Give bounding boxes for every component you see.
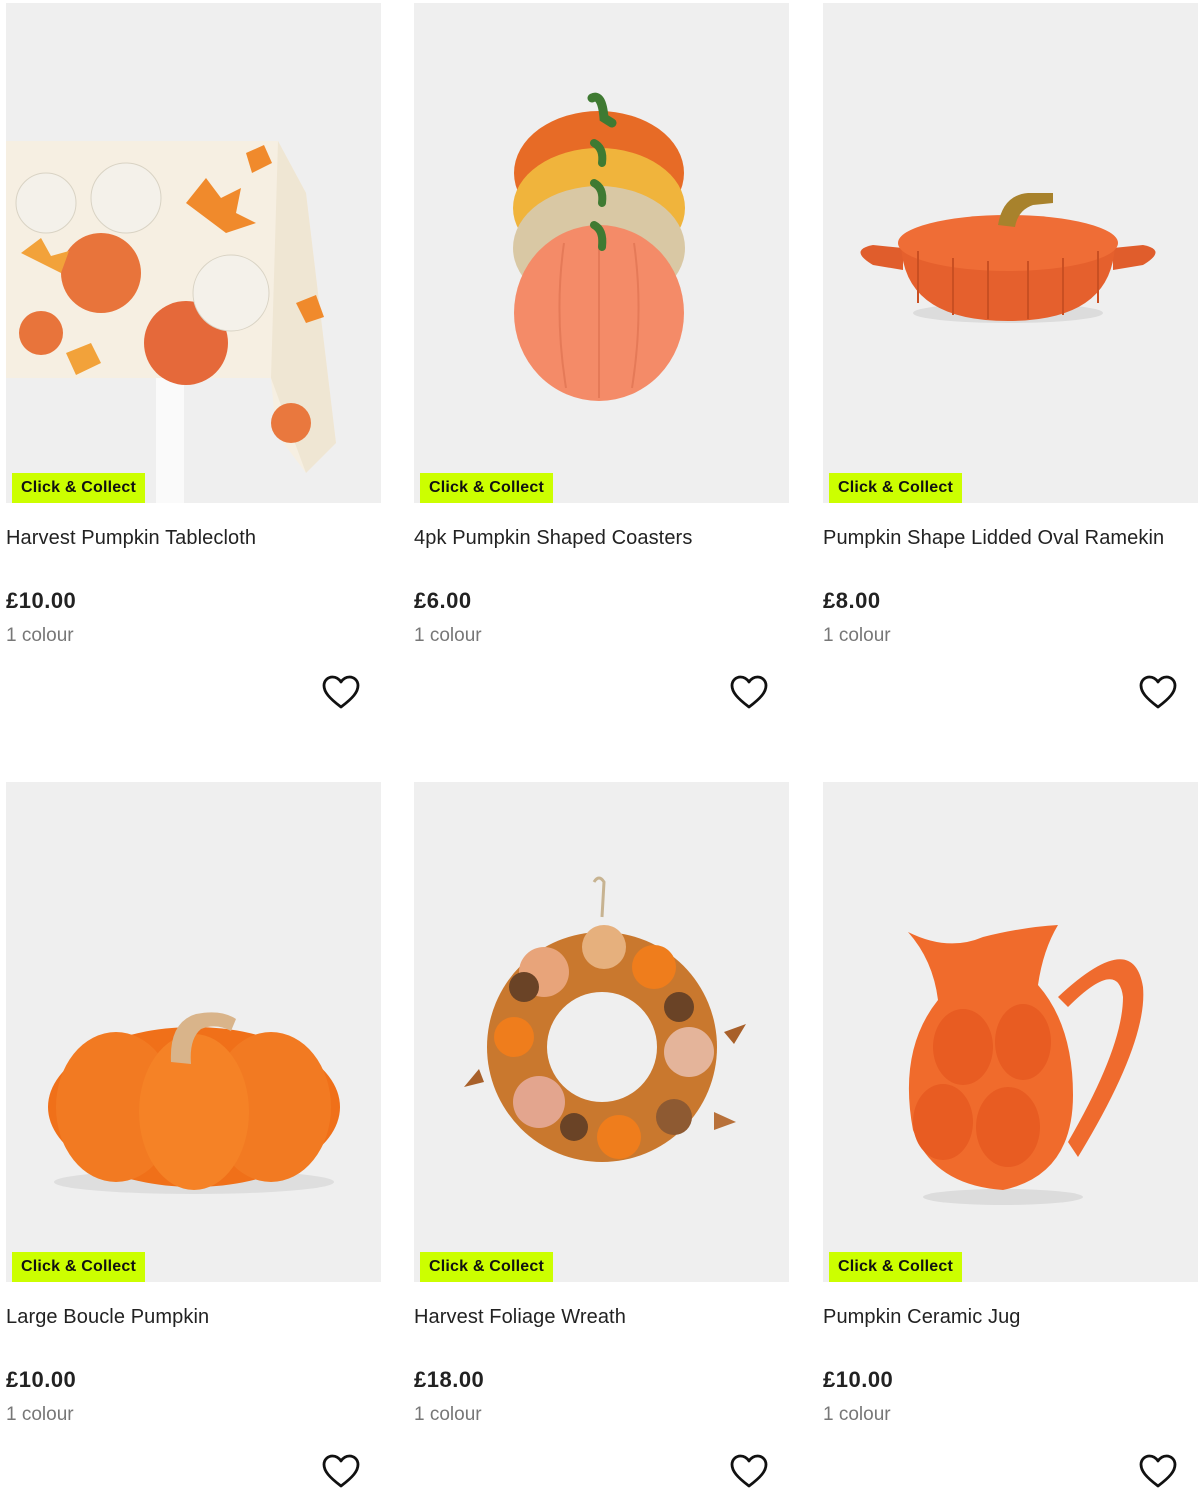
product-grid: Click & Collect Harvest Pumpkin Tableclo… (0, 0, 1200, 1489)
wishlist-button[interactable] (729, 1452, 769, 1489)
click-and-collect-badge: Click & Collect (829, 1252, 963, 1282)
wreath-illustration (414, 782, 789, 1282)
colour-count: 1 colour (6, 1404, 74, 1425)
product-image-tablecloth[interactable]: Click & Collect (6, 3, 381, 503)
colour-count: 1 colour (823, 1404, 891, 1425)
jug-illustration (823, 782, 1198, 1282)
heart-outline-icon (1139, 1454, 1177, 1488)
product-price: £10.00 (823, 1367, 894, 1392)
product-name[interactable]: Harvest Pumpkin Tablecloth (6, 527, 256, 550)
product-image-wreath[interactable]: Click & Collect (414, 782, 789, 1282)
heart-outline-icon (730, 1454, 768, 1488)
wishlist-button[interactable] (1138, 1452, 1178, 1489)
product-card-jug[interactable]: Click & Collect Pumpkin Ceramic Jug £10.… (823, 782, 1198, 1489)
boucle-pumpkin-illustration (6, 782, 381, 1282)
product-image-coasters[interactable]: Click & Collect (414, 3, 789, 503)
product-price: £10.00 (6, 588, 77, 613)
click-and-collect-badge: Click & Collect (829, 473, 963, 503)
product-name[interactable]: 4pk Pumpkin Shaped Coasters (414, 527, 692, 550)
click-and-collect-badge: Click & Collect (420, 473, 554, 503)
wishlist-button[interactable] (1138, 673, 1178, 713)
product-price: £6.00 (414, 588, 472, 613)
product-price: £8.00 (823, 588, 881, 613)
wishlist-button[interactable] (321, 1452, 361, 1489)
product-price: £10.00 (6, 1367, 77, 1392)
product-name[interactable]: Large Boucle Pumpkin (6, 1306, 209, 1329)
product-image-boucle-pumpkin[interactable]: Click & Collect (6, 782, 381, 1282)
product-name[interactable]: Harvest Foliage Wreath (414, 1306, 626, 1329)
heart-outline-icon (730, 675, 768, 709)
heart-outline-icon (322, 675, 360, 709)
colour-count: 1 colour (414, 625, 482, 646)
product-card-boucle-pumpkin[interactable]: Click & Collect Large Boucle Pumpkin £10… (6, 782, 381, 1489)
product-card-ramekin[interactable]: Click & Collect Pumpkin Shape Lidded Ova… (823, 3, 1198, 763)
product-card-coasters[interactable]: Click & Collect 4pk Pumpkin Shaped Coast… (414, 3, 789, 763)
product-card-tablecloth[interactable]: Click & Collect Harvest Pumpkin Tableclo… (6, 3, 381, 763)
click-and-collect-badge: Click & Collect (420, 1252, 554, 1282)
colour-count: 1 colour (823, 625, 891, 646)
product-image-jug[interactable]: Click & Collect (823, 782, 1198, 1282)
product-name[interactable]: Pumpkin Ceramic Jug (823, 1306, 1021, 1329)
colour-count: 1 colour (6, 625, 74, 646)
colour-count: 1 colour (414, 1404, 482, 1425)
ramekin-illustration (823, 3, 1198, 503)
coasters-illustration (414, 3, 789, 503)
tablecloth-illustration (6, 3, 381, 503)
product-name[interactable]: Pumpkin Shape Lidded Oval Ramekin (823, 527, 1164, 550)
product-image-ramekin[interactable]: Click & Collect (823, 3, 1198, 503)
heart-outline-icon (1139, 675, 1177, 709)
wishlist-button[interactable] (321, 673, 361, 713)
click-and-collect-badge: Click & Collect (12, 1252, 146, 1282)
click-and-collect-badge: Click & Collect (12, 473, 146, 503)
wishlist-button[interactable] (729, 673, 769, 713)
heart-outline-icon (322, 1454, 360, 1488)
product-price: £18.00 (414, 1367, 485, 1392)
product-card-wreath[interactable]: Click & Collect Harvest Foliage Wreath £… (414, 782, 789, 1489)
